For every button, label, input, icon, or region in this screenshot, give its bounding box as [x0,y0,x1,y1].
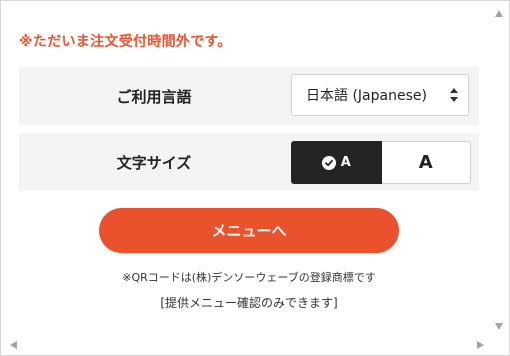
text-size-large-button[interactable]: A [381,141,471,184]
ordering-panel: ※ただいま注文受付時間外です。 ご利用言語 日本語 (Japanese) 文字サ… [0,0,510,356]
text-size-label: 文字サイズ [116,153,192,172]
text-size-row: 文字サイズ A A [19,133,479,191]
scroll-up-arrow-icon[interactable] [495,10,503,17]
scrollbar-corner [491,337,508,354]
text-size-toggle: A A [291,141,471,184]
language-select[interactable]: 日本語 (Japanese) [291,74,469,116]
vertical-scrollbar[interactable] [491,2,508,338]
language-select-value: 日本語 (Japanese) [306,88,427,104]
browse-only-note: [提供メニュー確認のみできます] [160,296,338,310]
menu-button[interactable]: メニューへ [99,208,399,253]
horizontal-scrollbar[interactable] [2,337,492,354]
check-circle-icon [321,155,336,170]
up-down-chevron-icon [450,88,458,102]
language-label: ご利用言語 [116,87,192,106]
text-size-small-button[interactable]: A [291,141,382,184]
scroll-right-arrow-icon[interactable] [477,341,484,349]
closed-notice: ※ただいま注文受付時間外です。 [19,34,232,50]
language-row: ご利用言語 日本語 (Japanese) [19,67,479,125]
scroll-left-arrow-icon[interactable] [10,341,17,349]
text-size-large-label: A [418,152,433,173]
trademark-note: ※QRコードは(株)デンソーウェーブの登録商標です [122,271,376,284]
text-size-small-label: A [340,155,351,170]
scroll-down-arrow-icon[interactable] [495,323,503,330]
panel-content: ※ただいま注文受付時間外です。 ご利用言語 日本語 (Japanese) 文字サ… [1,1,491,337]
